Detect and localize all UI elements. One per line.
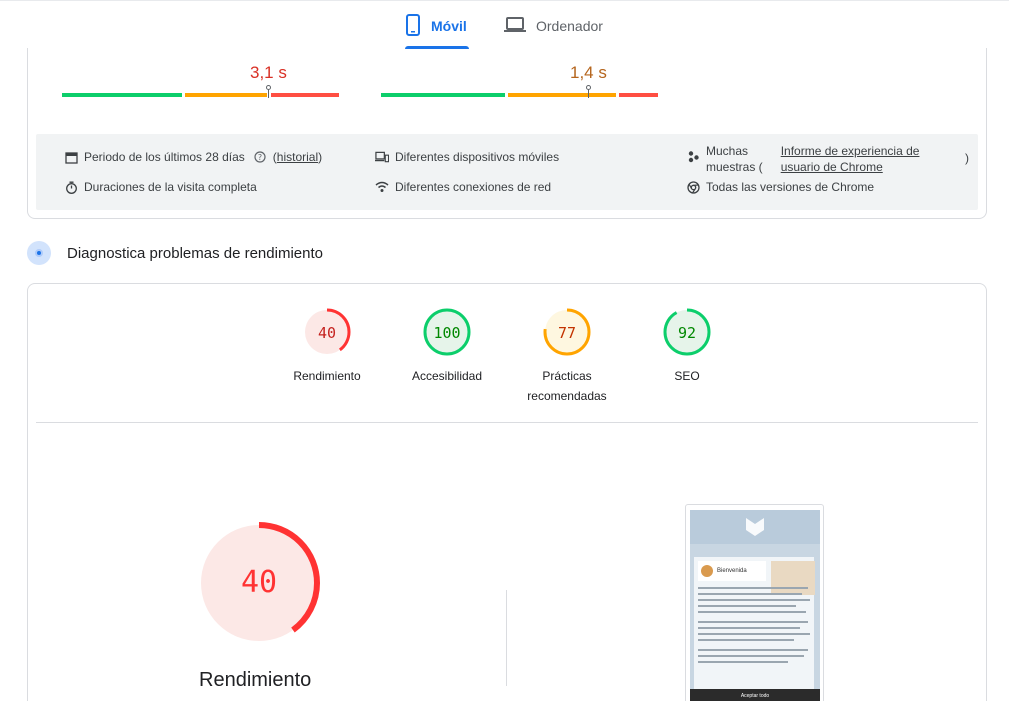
connections-label: Diferentes conexiones de red — [395, 180, 552, 194]
gauge-ring: 77 — [543, 308, 591, 356]
thumbnail-text-line — [698, 611, 806, 613]
thumbnail-text-line — [698, 621, 808, 623]
lab-data-card — [27, 283, 987, 701]
thumbnail-food-image — [771, 561, 815, 595]
cookie-icon — [701, 565, 713, 577]
gauge-ring: 40 — [303, 308, 351, 356]
device-tabs: Móvil Ordenador — [0, 0, 1009, 50]
tab-mobile[interactable]: Móvil — [405, 1, 467, 51]
page-screenshot-thumbnail: Bienvenida Aceptar todo — [685, 504, 824, 701]
metric-value-2: 1,4 s — [570, 63, 607, 82]
metric-value-1: 3,1 s — [250, 63, 287, 82]
versions-label: Todas las versiones de Chrome — [706, 180, 875, 194]
connections-info: Diferentes conexiones de red — [375, 180, 551, 194]
tab-mobile-label: Móvil — [431, 18, 467, 34]
vertical-divider — [506, 590, 507, 686]
metric-bar-good-2 — [381, 93, 505, 97]
samples-text: Muchas muestras ( — [706, 143, 763, 175]
people-icon — [686, 149, 700, 163]
history-container: (historial) — [273, 150, 322, 164]
crux-link-line2[interactable]: usuario de Chrome — [781, 159, 920, 175]
thumbnail-text-line — [698, 655, 804, 657]
thumbnail-text-line — [698, 639, 794, 641]
gauge-label: Accesibilidad — [411, 369, 483, 383]
section-divider — [36, 422, 978, 423]
gauge-ring: 92 — [663, 308, 711, 356]
crux-link-line1[interactable]: Informe de experiencia de — [781, 143, 920, 159]
thumbnail-text-line — [698, 661, 788, 663]
wifi-icon — [375, 180, 389, 194]
metric-marker-line-1 — [268, 89, 269, 98]
gauge-ring: 100 — [423, 308, 471, 356]
period-label: Periodo de los últimos 28 días — [84, 150, 245, 164]
thumbnail-text-line — [698, 633, 810, 635]
metric-bar-poor-1 — [271, 93, 339, 97]
thumbnail-accept-button: Aceptar todo — [690, 689, 820, 701]
samples-line2: muestras ( — [706, 160, 763, 174]
gauge-score: 77 — [558, 324, 576, 342]
calendar-icon — [64, 150, 78, 164]
gauge-score: 92 — [678, 324, 696, 342]
tab-desktop-label: Ordenador — [536, 18, 603, 34]
tab-desktop[interactable]: Ordenador — [504, 1, 603, 51]
devices-info: Diferentes dispositivos móviles — [375, 150, 559, 164]
main-gauge-score: 40 — [241, 565, 277, 600]
samples-close-paren: ) — [965, 151, 969, 165]
metric-marker-line-2 — [588, 89, 589, 98]
gauge-label-line1: Prácticas — [542, 369, 592, 383]
gauge-label-line2: recomendadas — [527, 389, 607, 403]
samples-info: Muchas muestras ( Informe de experiencia… — [686, 143, 919, 175]
gauge-label: Rendimiento — [293, 369, 361, 383]
thumbnail-header — [690, 510, 820, 544]
main-gauge-label: Rendimiento — [199, 669, 312, 691]
smartphone-icon — [405, 13, 421, 39]
thumbnail-welcome-text: Bienvenida — [717, 568, 747, 574]
thumbnail-text-line — [698, 649, 808, 651]
svg-text:?: ? — [258, 153, 262, 162]
samples-prefix: Muchas — [706, 144, 749, 158]
timer-icon — [64, 180, 78, 194]
thumbnail-text-line — [698, 605, 796, 607]
history-link[interactable]: historial — [277, 150, 318, 164]
thumbnail-text-line — [698, 587, 808, 589]
thumbnail-welcome: Bienvenida — [698, 561, 766, 581]
period-info: Periodo de los últimos 28 días ? (histor… — [64, 150, 322, 164]
duration-label: Duraciones de la visita completa — [84, 180, 257, 194]
help-icon[interactable]: ? — [253, 150, 267, 164]
devices-label: Diferentes dispositivos móviles — [395, 150, 560, 164]
gauge-label: Prácticas recomendadas — [507, 366, 627, 406]
history-close-paren: ) — [318, 150, 323, 164]
gauge-score: 100 — [433, 324, 460, 342]
metric-bar-poor-2 — [619, 93, 658, 97]
chrome-icon — [686, 180, 700, 194]
thumbnail-text-line — [698, 593, 802, 595]
lighthouse-icon — [27, 241, 51, 265]
gauge-performance[interactable]: 40 Rendimiento — [293, 308, 361, 383]
metric-bar-avg-1 — [185, 93, 267, 97]
gauge-seo[interactable]: 92 SEO — [663, 308, 711, 383]
gauge-label: SEO — [674, 369, 700, 383]
devices-icon — [375, 150, 389, 164]
thumbnail-text-line — [698, 627, 800, 629]
diagnose-title: Diagnostica problemas de rendimiento — [67, 244, 323, 262]
metric-bar-good-1 — [62, 93, 182, 97]
main-performance-gauge: 40 — [198, 522, 320, 644]
gauge-accessibility[interactable]: 100 Accesibilidad — [412, 308, 482, 383]
versions-info: Todas las versiones de Chrome — [686, 180, 874, 194]
diagnose-heading: Diagnostica problemas de rendimiento — [27, 241, 323, 265]
gauge-score: 40 — [318, 324, 336, 342]
metric-bar-avg-2 — [508, 93, 616, 97]
duration-info: Duraciones de la visita completa — [64, 180, 257, 194]
thumbnail-text-line — [698, 599, 810, 601]
gauge-best-practices[interactable]: 77 Prácticas recomendadas — [527, 308, 607, 403]
crux-link[interactable]: Informe de experiencia de usuario de Chr… — [781, 143, 920, 175]
laptop-icon — [504, 16, 526, 36]
